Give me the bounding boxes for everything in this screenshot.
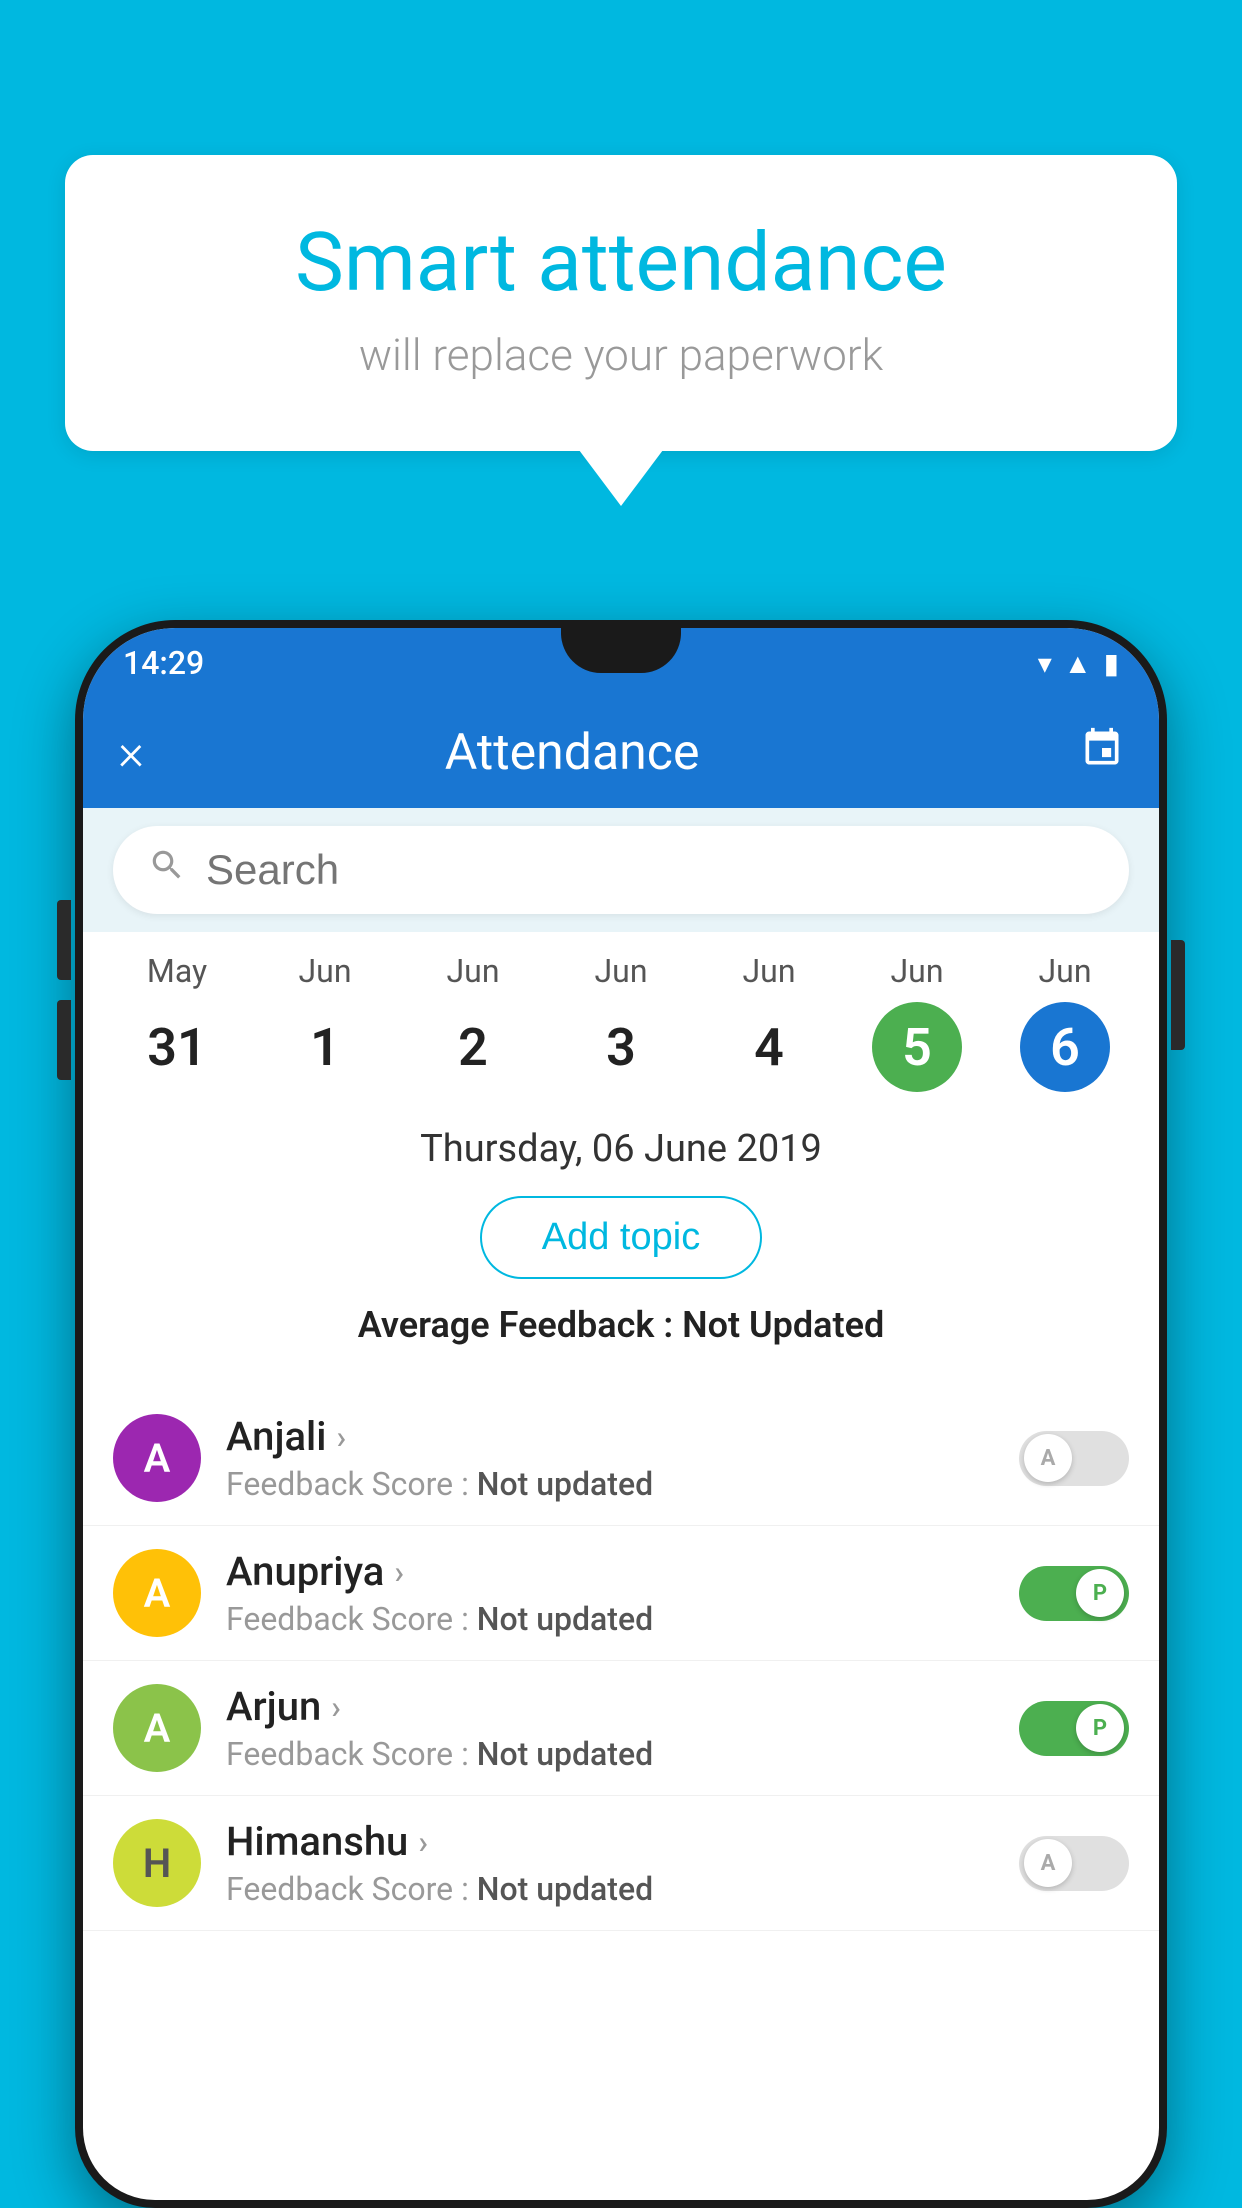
phone-screen: 14:29 ▾ ▲ ▮ × Attendance [83,628,1159,2200]
cal-date-label: 2 [428,1002,518,1092]
cal-month-label: Jun [743,952,796,990]
student-info: Anjali › Feedback Score : Not updated [226,1413,994,1503]
cal-month-label: Jun [595,952,648,990]
search-bar[interactable] [113,826,1129,914]
app-title: Attendance [174,724,970,782]
signal-icon: ▲ [1064,647,1092,680]
speech-bubble-subtitle: will replace your paperwork [145,329,1097,381]
avatar: A [113,1414,201,1502]
avg-feedback: Average Feedback : Not Updated [113,1304,1129,1346]
calendar-day[interactable]: Jun 5 [872,952,962,1092]
avg-feedback-value: Not Updated [682,1304,884,1346]
cal-month-label: Jun [891,952,944,990]
volume-down-button [57,1000,71,1080]
student-name: Anjali › [226,1413,994,1460]
speech-bubble: Smart attendance will replace your paper… [65,155,1177,451]
calendar-day[interactable]: Jun 4 [724,952,814,1092]
toggle-switch[interactable]: P [1019,1566,1129,1621]
calendar-day[interactable]: May 31 [132,952,222,1092]
avg-feedback-label: Average Feedback : [358,1304,682,1346]
cal-date-label: 5 [872,1002,962,1092]
search-icon [148,846,186,894]
list-item[interactable]: A Arjun › Feedback Score : Not updated P [83,1661,1159,1796]
cal-date-label: 31 [132,1002,222,1092]
feedback-score: Feedback Score : Not updated [226,1735,994,1773]
notch [561,628,681,673]
chevron-right-icon: › [418,1823,428,1861]
avatar: A [113,1684,201,1772]
avatar: A [113,1549,201,1637]
toggle-knob: A [1024,1839,1072,1887]
feedback-score: Feedback Score : Not updated [226,1600,994,1638]
toggle-switch[interactable]: P [1019,1701,1129,1756]
student-list: AAnjali ›Feedback Score : Not updatedAAA… [83,1391,1159,1931]
speech-bubble-title: Smart attendance [145,215,1097,311]
close-button[interactable]: × [118,728,144,778]
content-area: Thursday, 06 June 2019 Add topic Average… [83,1102,1159,1391]
toggle-knob: A [1024,1434,1072,1482]
cal-date-label: 3 [576,1002,666,1092]
student-info: Arjun › Feedback Score : Not updated [226,1683,994,1773]
toggle-knob: P [1076,1704,1124,1752]
toggle-switch[interactable]: A [1019,1836,1129,1891]
add-topic-button[interactable]: Add topic [480,1196,762,1279]
chevron-right-icon: › [331,1688,341,1726]
toggle-knob: P [1076,1569,1124,1617]
volume-up-button [57,900,71,980]
search-input[interactable] [206,846,1094,894]
calendar-day[interactable]: Jun 1 [280,952,370,1092]
status-icons: ▾ ▲ ▮ [1038,647,1119,680]
cal-month-label: Jun [1039,952,1092,990]
attendance-toggle[interactable]: P [1019,1566,1129,1621]
feedback-score: Feedback Score : Not updated [226,1465,994,1503]
cal-date-label: 4 [724,1002,814,1092]
selected-date: Thursday, 06 June 2019 [113,1127,1129,1171]
chevron-right-icon: › [394,1553,404,1591]
cal-month-label: Jun [299,952,352,990]
app-bar: × Attendance [83,698,1159,808]
phone-frame: 14:29 ▾ ▲ ▮ × Attendance [75,620,1167,2208]
student-name: Anupriya › [226,1548,994,1595]
attendance-toggle[interactable]: A [1019,1431,1129,1486]
battery-icon: ▮ [1104,647,1119,680]
feedback-score: Feedback Score : Not updated [226,1870,994,1908]
cal-date-label: 1 [280,1002,370,1092]
attendance-toggle[interactable]: A [1019,1836,1129,1891]
wifi-icon: ▾ [1038,647,1052,680]
calendar-day[interactable]: Jun 2 [428,952,518,1092]
student-name: Arjun › [226,1683,994,1730]
avatar: H [113,1819,201,1907]
speech-bubble-container: Smart attendance will replace your paper… [65,155,1177,451]
status-time: 14:29 [123,644,204,682]
power-button [1171,940,1185,1050]
calendar-day[interactable]: Jun 3 [576,952,666,1092]
cal-month-label: Jun [447,952,500,990]
cal-month-label: May [147,952,207,990]
toggle-switch[interactable]: A [1019,1431,1129,1486]
calendar-strip: May 31 Jun 1 Jun 2 Jun 3 Jun 4 Jun 5 Jun 6 [83,932,1159,1102]
student-name: Himanshu › [226,1818,994,1865]
cal-date-label: 6 [1020,1002,1110,1092]
calendar-icon[interactable] [1080,726,1124,781]
status-bar: 14:29 ▾ ▲ ▮ [83,628,1159,698]
list-item[interactable]: H Himanshu › Feedback Score : Not updated A [83,1796,1159,1931]
attendance-toggle[interactable]: P [1019,1701,1129,1756]
chevron-right-icon: › [336,1418,346,1456]
list-item[interactable]: A Anjali › Feedback Score : Not updated A [83,1391,1159,1526]
calendar-day[interactable]: Jun 6 [1020,952,1110,1092]
student-info: Anupriya › Feedback Score : Not updated [226,1548,994,1638]
list-item[interactable]: A Anupriya › Feedback Score : Not updated P [83,1526,1159,1661]
search-container [83,808,1159,932]
student-info: Himanshu › Feedback Score : Not updated [226,1818,994,1908]
